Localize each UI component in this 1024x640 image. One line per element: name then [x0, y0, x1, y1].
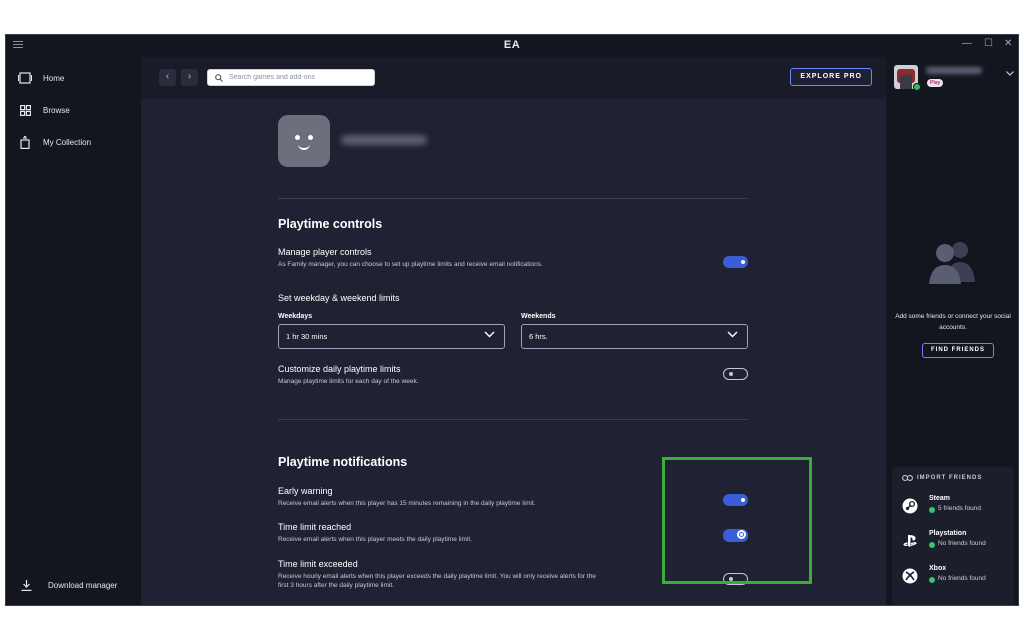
service-name: Xbox: [929, 565, 947, 572]
time-limit-exceeded-label: Time limit exceeded: [278, 559, 358, 569]
forward-button[interactable]: ›: [181, 69, 198, 86]
steam-icon: [902, 498, 918, 514]
status-dot-icon: [929, 542, 935, 548]
sidebar-item-label: Browse: [43, 105, 70, 115]
customize-limits-toggle[interactable]: [723, 368, 748, 380]
download-manager-label: Download manager: [48, 580, 118, 590]
early-warning-label: Early warning: [278, 486, 333, 496]
time-limit-reached-label: Time limit reached: [278, 522, 352, 532]
service-xbox[interactable]: Xbox No friends found: [902, 565, 1012, 587]
back-button[interactable]: ‹: [159, 69, 176, 86]
sidebar-item-home[interactable]: Home: [6, 65, 141, 91]
manage-controls-desc: As Family manager, you can choose to set…: [278, 261, 543, 268]
maximize-icon[interactable]: ☐: [984, 38, 993, 49]
divider: [278, 419, 748, 420]
search-input[interactable]: [229, 74, 369, 81]
weekdays-label: Weekdays: [278, 313, 313, 320]
sidebar: Home Browse My Collection Download manag…: [6, 57, 141, 605]
friends-panel: Play Add some friends or connect your so…: [886, 57, 1018, 605]
minimize-icon[interactable]: —: [962, 38, 972, 49]
manage-controls-label: Manage player controls: [278, 247, 372, 257]
early-warning-desc: Receive email alerts when this player ha…: [278, 500, 536, 507]
search-icon: [215, 73, 223, 82]
download-manager-button[interactable]: Download manager: [6, 575, 141, 595]
import-friends-card: IMPORT FRIENDS Steam 5 friends found Pla…: [892, 467, 1014, 605]
title-bar: EA — ☐ ✕: [6, 35, 1018, 57]
status-dot-icon: [929, 577, 935, 583]
find-friends-button[interactable]: FIND FRIENDS: [922, 343, 994, 358]
player-avatar: [278, 115, 330, 167]
playtime-controls-title: Playtime controls: [278, 217, 383, 231]
profile-name-redacted: [926, 67, 982, 74]
no-friends-text: Add some friends or connect your social …: [895, 313, 1011, 331]
time-limit-exceeded-desc: Receive hourly email alerts when this pl…: [278, 573, 596, 589]
playtime-notifications-title: Playtime notifications: [278, 455, 408, 469]
import-friends-header: IMPORT FRIENDS: [902, 475, 982, 481]
ea-app-window: EA — ☐ ✕ Home Browse My Collection Downl…: [5, 34, 1019, 606]
close-icon[interactable]: ✕: [1004, 38, 1012, 49]
chevron-down-icon[interactable]: [1006, 71, 1014, 76]
weekends-value: 6 hrs.: [529, 332, 548, 341]
manage-controls-toggle[interactable]: [723, 256, 748, 268]
weekdays-value: 1 hr 30 mins: [286, 332, 328, 341]
service-status: 5 friends found: [938, 505, 982, 512]
customize-limits-label: Customize daily playtime limits: [278, 364, 401, 374]
grid-icon: [18, 103, 32, 117]
explore-pro-button[interactable]: EXPLORE PRO: [790, 68, 872, 86]
xbox-icon: [902, 568, 918, 584]
service-status: No friends found: [938, 575, 986, 582]
chevron-down-icon: [727, 331, 738, 340]
top-bar: ‹ › EXPLORE PRO: [141, 57, 886, 99]
weekends-select[interactable]: 6 hrs.: [521, 324, 748, 349]
service-name: Playstation: [929, 530, 967, 537]
window-title: EA: [503, 39, 521, 51]
service-status: No friends found: [938, 540, 986, 547]
player-name-redacted: [341, 135, 427, 145]
sidebar-item-label: Home: [43, 73, 65, 83]
download-icon: [21, 579, 35, 591]
friends-icon: [922, 238, 982, 289]
weekends-label: Weekends: [521, 313, 556, 320]
highlight-box: [662, 457, 812, 584]
home-icon: [18, 71, 32, 85]
playstation-icon: [902, 533, 918, 549]
customize-limits-desc: Manage playtime limits for each day of t…: [278, 378, 419, 385]
sidebar-item-browse[interactable]: Browse: [6, 97, 141, 123]
sidebar-item-label: My Collection: [43, 137, 92, 147]
collection-icon: [18, 135, 32, 149]
play-badge: Play: [927, 79, 944, 87]
limits-title: Set weekday & weekend limits: [278, 293, 400, 303]
link-icon: [902, 475, 913, 481]
chevron-down-icon: [484, 331, 495, 340]
weekdays-select[interactable]: 1 hr 30 mins: [278, 324, 505, 349]
search-box[interactable]: [207, 69, 375, 86]
divider: [278, 198, 748, 199]
service-steam[interactable]: Steam 5 friends found: [902, 495, 1012, 517]
status-dot-icon: [929, 507, 935, 513]
time-limit-reached-desc: Receive email alerts when this player me…: [278, 536, 472, 543]
service-name: Steam: [929, 495, 951, 502]
sidebar-item-my-collection[interactable]: My Collection: [6, 129, 141, 155]
online-status-icon: [913, 83, 921, 91]
service-playstation[interactable]: Playstation No friends found: [902, 530, 1012, 552]
